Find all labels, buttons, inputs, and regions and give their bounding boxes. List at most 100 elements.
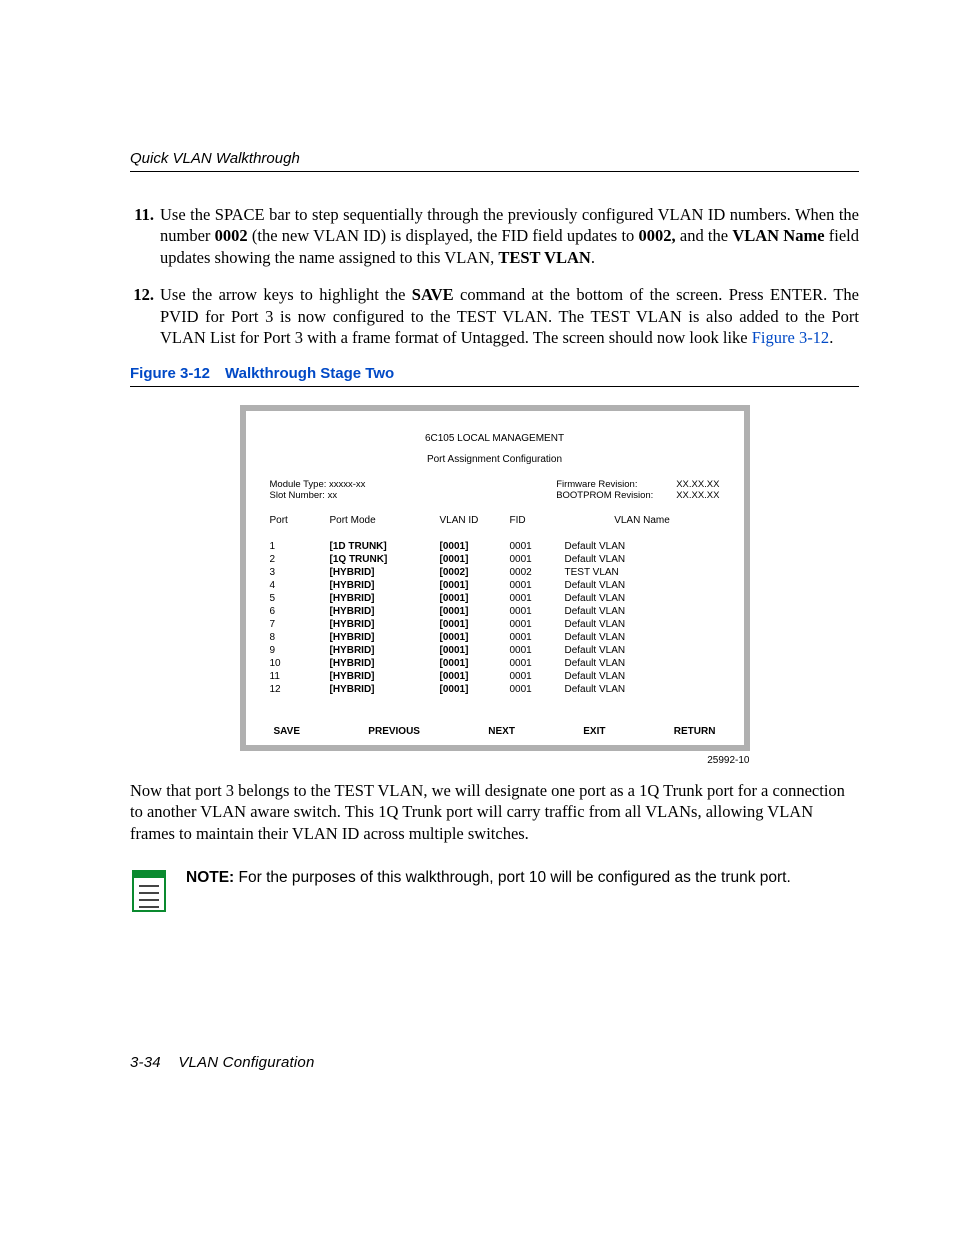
figure-caption: Figure 3-12 Walkthrough Stage Two	[130, 365, 859, 387]
cell-vlan-name: Default VLAN	[565, 553, 720, 566]
cell-port-mode: [HYBRID]	[330, 566, 440, 579]
menu-exit[interactable]: EXIT	[583, 726, 605, 737]
text: (the new VLAN ID) is displayed, the FID …	[248, 226, 639, 245]
firmware-revision: Firmware Revision:XX.XX.XX	[556, 479, 719, 490]
cell-vlan-name: Default VLAN	[565, 605, 720, 618]
cell-port-mode: [HYBRID]	[330, 592, 440, 605]
cell-vlan-id: [0001]	[440, 592, 510, 605]
col-vlan-id: VLAN ID	[440, 515, 510, 526]
note-body: For the purposes of this walkthrough, po…	[234, 869, 791, 886]
table-row: 2[1Q TRUNK][0001]0001Default VLAN	[270, 553, 720, 566]
cell-port: 9	[270, 644, 330, 657]
step-body: Use the SPACE bar to step sequentially t…	[160, 204, 859, 268]
bold: 0002	[215, 226, 248, 245]
cell-port: 5	[270, 592, 330, 605]
col-port-mode: Port Mode	[330, 515, 440, 526]
cell-port: 8	[270, 631, 330, 644]
cell-fid: 0001	[510, 592, 565, 605]
menu-return[interactable]: RETURN	[674, 726, 716, 737]
bold: TEST VLAN	[498, 248, 590, 267]
cell-fid: 0002	[510, 566, 565, 579]
step-list: 11. Use the SPACE bar to step sequential…	[130, 204, 859, 349]
cell-fid: 0001	[510, 644, 565, 657]
table-row: 4[HYBRID][0001]0001Default VLAN	[270, 579, 720, 592]
cell-port-mode: [HYBRID]	[330, 579, 440, 592]
cell-port: 3	[270, 566, 330, 579]
cell-vlan-id: [0001]	[440, 670, 510, 683]
cell-vlan-name: Default VLAN	[565, 618, 720, 631]
figure-id: 25992-10	[240, 755, 750, 766]
body-paragraph: Now that port 3 belongs to the TEST VLAN…	[130, 780, 859, 844]
screen-subtitle: Port Assignment Configuration	[270, 454, 720, 465]
table-row: 6[HYBRID][0001]0001Default VLAN	[270, 605, 720, 618]
cell-port-mode: [1Q TRUNK]	[330, 553, 440, 566]
cell-port: 7	[270, 618, 330, 631]
figure-link[interactable]: Figure 3-12	[752, 328, 829, 347]
cell-vlan-name: Default VLAN	[565, 644, 720, 657]
cell-vlan-id: [0001]	[440, 579, 510, 592]
cell-fid: 0001	[510, 605, 565, 618]
cell-port: 1	[270, 540, 330, 553]
cell-fid: 0001	[510, 657, 565, 670]
menu-previous[interactable]: PREVIOUS	[368, 726, 420, 737]
cell-vlan-name: Default VLAN	[565, 683, 720, 696]
table-header: Port Port Mode VLAN ID FID VLAN Name	[270, 515, 720, 526]
note-label: NOTE:	[186, 869, 234, 886]
table-row: 8[HYBRID][0001]0001Default VLAN	[270, 631, 720, 644]
cell-port: 6	[270, 605, 330, 618]
slot-number: Slot Number: xx	[270, 490, 366, 501]
cell-port: 12	[270, 683, 330, 696]
col-fid: FID	[510, 515, 565, 526]
bold: VLAN Name	[732, 226, 824, 245]
cell-fid: 0001	[510, 631, 565, 644]
table-row: 7[HYBRID][0001]0001Default VLAN	[270, 618, 720, 631]
cell-port: 4	[270, 579, 330, 592]
cell-fid: 0001	[510, 579, 565, 592]
cell-port-mode: [HYBRID]	[330, 605, 440, 618]
text: .	[591, 248, 595, 267]
page-number: 3-34	[130, 1054, 161, 1071]
screen-title: 6C105 LOCAL MANAGEMENT	[270, 433, 720, 444]
col-port: Port	[270, 515, 330, 526]
cell-fid: 0001	[510, 618, 565, 631]
table-row: 9[HYBRID][0001]0001Default VLAN	[270, 644, 720, 657]
bold: 0002,	[639, 226, 676, 245]
running-header: Quick VLAN Walkthrough	[130, 150, 859, 172]
step-11: 11. Use the SPACE bar to step sequential…	[130, 204, 859, 268]
cell-port-mode: [HYBRID]	[330, 631, 440, 644]
cell-vlan-id: [0001]	[440, 618, 510, 631]
cell-port-mode: [HYBRID]	[330, 683, 440, 696]
step-number: 12.	[130, 284, 154, 348]
cell-vlan-id: [0001]	[440, 553, 510, 566]
step-body: Use the arrow keys to highlight the SAVE…	[160, 284, 859, 348]
col-vlan-name: VLAN Name	[565, 515, 720, 526]
table-row: 11[HYBRID][0001]0001Default VLAN	[270, 670, 720, 683]
table-row: 1[1D TRUNK][0001]0001Default VLAN	[270, 540, 720, 553]
table-row: 3[HYBRID][0002]0002TEST VLAN	[270, 566, 720, 579]
menu-next[interactable]: NEXT	[488, 726, 515, 737]
cell-vlan-name: Default VLAN	[565, 657, 720, 670]
cell-vlan-name: Default VLAN	[565, 670, 720, 683]
terminal-screen: 6C105 LOCAL MANAGEMENT Port Assignment C…	[240, 405, 750, 751]
cell-fid: 0001	[510, 540, 565, 553]
cell-vlan-id: [0001]	[440, 644, 510, 657]
step-12: 12. Use the arrow keys to highlight the …	[130, 284, 859, 348]
cell-fid: 0001	[510, 670, 565, 683]
cell-vlan-id: [0001]	[440, 631, 510, 644]
note-text: NOTE: For the purposes of this walkthrou…	[186, 868, 791, 888]
cell-port-mode: [1D TRUNK]	[330, 540, 440, 553]
menu-save[interactable]: SAVE	[274, 726, 301, 737]
table-row: 12[HYBRID][0001]0001Default VLAN	[270, 683, 720, 696]
text: Use the arrow keys to highlight the	[160, 285, 412, 304]
cell-port-mode: [HYBRID]	[330, 618, 440, 631]
table-row: 10[HYBRID][0001]0001Default VLAN	[270, 657, 720, 670]
cell-vlan-name: Default VLAN	[565, 631, 720, 644]
cell-vlan-id: [0001]	[440, 657, 510, 670]
cell-vlan-name: Default VLAN	[565, 592, 720, 605]
cell-port: 2	[270, 553, 330, 566]
cell-vlan-id: [0002]	[440, 566, 510, 579]
note-icon	[130, 868, 170, 914]
module-type: Module Type: xxxxx-xx	[270, 479, 366, 490]
cell-port-mode: [HYBRID]	[330, 670, 440, 683]
bootprom-revision: BOOTPROM Revision:XX.XX.XX	[556, 490, 719, 501]
